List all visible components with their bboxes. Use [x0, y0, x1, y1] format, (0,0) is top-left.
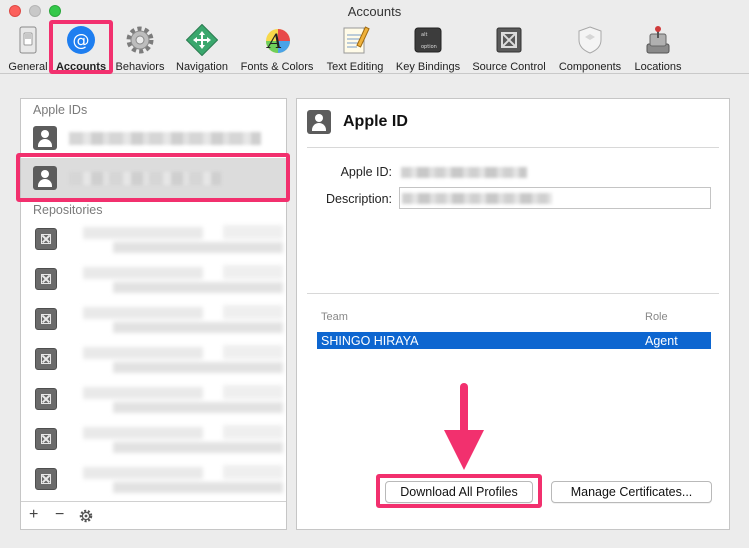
- repository-row[interactable]: [21, 419, 286, 459]
- repository-row[interactable]: [21, 379, 286, 419]
- repository-row[interactable]: [21, 339, 286, 379]
- redacted-repository-name: [83, 265, 283, 295]
- redacted-repository-name: [83, 225, 283, 255]
- window-title: Accounts: [347, 4, 402, 19]
- toolbar-label: Navigation: [176, 61, 228, 73]
- redacted-repository-name: [83, 385, 283, 415]
- repository-icon: [35, 228, 57, 250]
- svg-text:alt: alt: [421, 32, 427, 38]
- detail-title: Apple ID: [343, 113, 408, 130]
- repository-icon: [35, 388, 57, 410]
- divider: [307, 147, 719, 148]
- redacted-repository-name: [83, 425, 283, 455]
- general-switch-icon: [19, 26, 37, 54]
- description-label: Description:: [326, 192, 392, 206]
- sidebar-footer: + −: [21, 501, 286, 529]
- repository-row[interactable]: [21, 299, 286, 339]
- toolbar-label: Source Control: [472, 61, 546, 73]
- svg-text:option: option: [421, 44, 437, 50]
- apple-ids-section-label: Apple IDs: [33, 103, 88, 117]
- redacted-apple-id-value: [401, 167, 527, 178]
- navigation-arrows-icon: [186, 24, 218, 56]
- toolbar-source-control[interactable]: Source Control: [468, 24, 550, 74]
- redacted-repository-name: [83, 465, 283, 495]
- toolbar-label: Text Editing: [326, 61, 384, 73]
- repository-icon: [35, 468, 57, 490]
- toolbar-label: Behaviors: [115, 61, 165, 73]
- repository-row[interactable]: [21, 459, 286, 499]
- team-name: SHINGO HIRAYA: [321, 334, 419, 348]
- team-role: Agent: [645, 334, 678, 348]
- team-row-selected[interactable]: SHINGO HIRAYA Agent: [317, 332, 711, 349]
- shield-icon: [578, 26, 602, 54]
- font-palette-icon: A: [266, 29, 290, 53]
- person-icon: [33, 126, 57, 150]
- repository-icon: [35, 428, 57, 450]
- toolbar-label: Key Bindings: [395, 61, 461, 73]
- apple-id-row[interactable]: [21, 118, 286, 158]
- apple-id-highlight-annotation: [16, 153, 290, 202]
- redacted-description-value: [402, 193, 552, 204]
- repositories-section-label: Repositories: [33, 203, 103, 217]
- toolbar-text-editing[interactable]: Text Editing: [322, 24, 388, 74]
- toolbar-general[interactable]: General: [5, 24, 51, 74]
- redacted-repository-name: [83, 305, 283, 335]
- repository-row[interactable]: [21, 259, 286, 299]
- role-column-header: Role: [645, 311, 668, 323]
- notepad-pencil-icon: [343, 26, 370, 54]
- apple-id-label: Apple ID:: [340, 165, 392, 179]
- repository-icon: [35, 348, 57, 370]
- accounts-highlight-annotation: [49, 20, 113, 74]
- divider: [307, 293, 719, 294]
- person-icon: [307, 110, 331, 134]
- toolbar-behaviors[interactable]: Behaviors: [113, 24, 167, 74]
- remove-account-button[interactable]: −: [55, 506, 64, 524]
- account-detail-pane: Apple ID Apple ID: Description: Team Rol…: [296, 98, 730, 530]
- source-control-icon: [496, 27, 522, 53]
- option-key-icon: alt option: [414, 27, 442, 53]
- redacted-account-name: [69, 132, 261, 145]
- toolbar-label: Fonts & Colors: [240, 61, 314, 73]
- description-field[interactable]: [399, 187, 711, 209]
- toolbar-label: Locations: [634, 61, 682, 73]
- annotation-arrow-head: [444, 430, 484, 470]
- toolbar-label: Components: [558, 61, 622, 73]
- toolbar-navigation[interactable]: Navigation: [172, 24, 232, 74]
- toolbar-locations[interactable]: Locations: [630, 24, 686, 74]
- repository-icon: [35, 268, 57, 290]
- toolbar-key-bindings[interactable]: alt option Key Bindings: [393, 24, 463, 74]
- gear-icon: [126, 26, 154, 54]
- team-column-header: Team: [321, 311, 348, 323]
- joystick-icon: [646, 26, 670, 54]
- download-profiles-highlight-annotation: [376, 474, 542, 508]
- toolbar-fonts-colors[interactable]: A Fonts & Colors: [237, 24, 317, 74]
- repository-icon: [35, 308, 57, 330]
- gear-icon[interactable]: [79, 509, 93, 523]
- toolbar-label: General: [8, 61, 48, 73]
- repository-row[interactable]: [21, 219, 286, 259]
- toolbar-components[interactable]: Components: [555, 24, 625, 74]
- annotation-arrow: [460, 383, 468, 435]
- svg-text:A: A: [266, 29, 282, 53]
- title-bar: Accounts: [0, 0, 749, 22]
- add-account-button[interactable]: +: [29, 506, 38, 524]
- manage-certificates-button[interactable]: Manage Certificates...: [551, 481, 712, 503]
- redacted-repository-name: [83, 345, 283, 375]
